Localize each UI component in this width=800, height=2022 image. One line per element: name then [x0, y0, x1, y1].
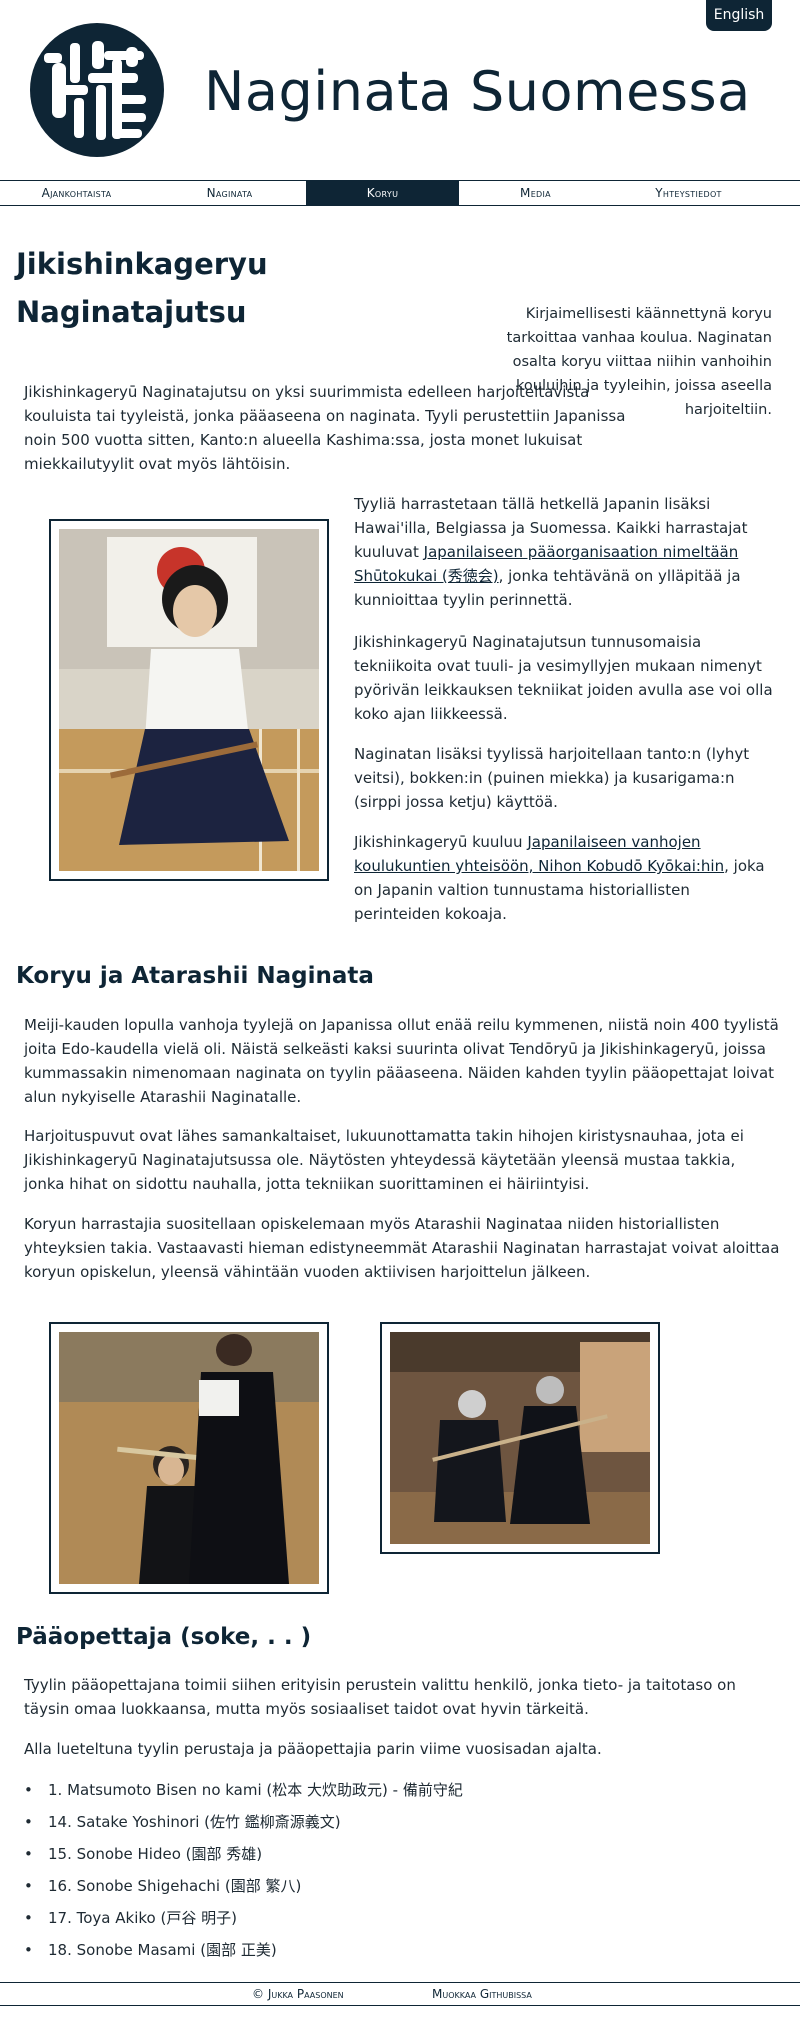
main-nav: Ajankohtaista Naginata Koryu Media Yhtey…: [0, 180, 800, 206]
footer: © Jukka Paasonen Muokkaa Githubissa: [0, 1982, 800, 2006]
section-title-koryu-atarashii: Koryu ja Atarashii Naginata: [16, 963, 374, 989]
site-logo[interactable]: [30, 23, 164, 157]
nav-item-koryu[interactable]: Koryu: [306, 181, 459, 205]
list-item: 16. Sonobe Shigehachi (園部 繁八): [24, 1870, 463, 1902]
techniques-paragraph: Jikishinkageryū Naginatajutsun tunnusoma…: [354, 633, 773, 723]
history-paragraph: Meiji-kauden lopulla vanhoja tyylejä on …: [24, 1016, 779, 1106]
photo-outdoor-demonstration: [380, 1322, 660, 1554]
intro-paragraph: Jikishinkageryū Naginatajutsu on yksi su…: [24, 383, 626, 473]
page-title-line1: Jikishinkageryu: [16, 247, 268, 281]
nav-item-yhteystiedot[interactable]: Yhteystiedot: [612, 181, 765, 205]
list-item: 15. Sonobe Hideo (園部 秀雄): [24, 1838, 463, 1870]
footer-copyright[interactable]: © Jukka Paasonen: [252, 1983, 344, 2005]
list-item: 18. Sonobe Masami (園部 正美): [24, 1934, 463, 1966]
page-title-line2: Naginatajutsu: [16, 295, 247, 329]
headmaster-list: 1. Matsumoto Bisen no kami (松本 大炊助政元) - …: [24, 1774, 463, 1966]
photo-kneeling-practitioner: [49, 519, 329, 881]
kobudo-paragraph: Jikishinkageryū kuuluu Japanilaiseen van…: [354, 830, 778, 926]
recommendation-paragraph: Koryun harrastajia suositellaan opiskele…: [24, 1215, 780, 1281]
photo-demonstration-pair: [49, 1322, 329, 1594]
nav-item-naginata[interactable]: Naginata: [153, 181, 306, 205]
kobudo-text-before: Jikishinkageryū kuuluu: [354, 833, 528, 851]
language-button[interactable]: English: [706, 0, 772, 31]
nav-item-ajankohtaista[interactable]: Ajankohtaista: [0, 181, 153, 205]
organisation-paragraph: Tyyliä harrastetaan tällä hetkellä Japan…: [354, 492, 778, 612]
list-item: 14. Satake Yoshinori (佐竹 鑑柳斎源義文): [24, 1806, 463, 1838]
kanji-logo-icon: [44, 41, 146, 140]
uniform-paragraph: Harjoituspuvut ovat lähes samankaltaiset…: [24, 1127, 744, 1193]
section-title-headmaster: Pääopettaja (soke, . . ): [16, 1624, 312, 1650]
site-title: Naginata Suomessa: [204, 60, 751, 123]
footer-edit-github-link[interactable]: Muokkaa Githubissa: [432, 1983, 532, 2005]
headmaster-list-intro: Alla lueteltuna tyylin perustaja ja pääo…: [24, 1740, 602, 1758]
nav-item-media[interactable]: Media: [459, 181, 612, 205]
weapons-paragraph: Naginatan lisäksi tyylissä harjoitellaan…: [354, 745, 750, 811]
headmaster-paragraph: Tyylin pääopettajana toimii siihen erity…: [24, 1676, 736, 1718]
list-item: 17. Toya Akiko (戸谷 明子): [24, 1902, 463, 1934]
list-item: 1. Matsumoto Bisen no kami (松本 大炊助政元) - …: [24, 1774, 463, 1806]
